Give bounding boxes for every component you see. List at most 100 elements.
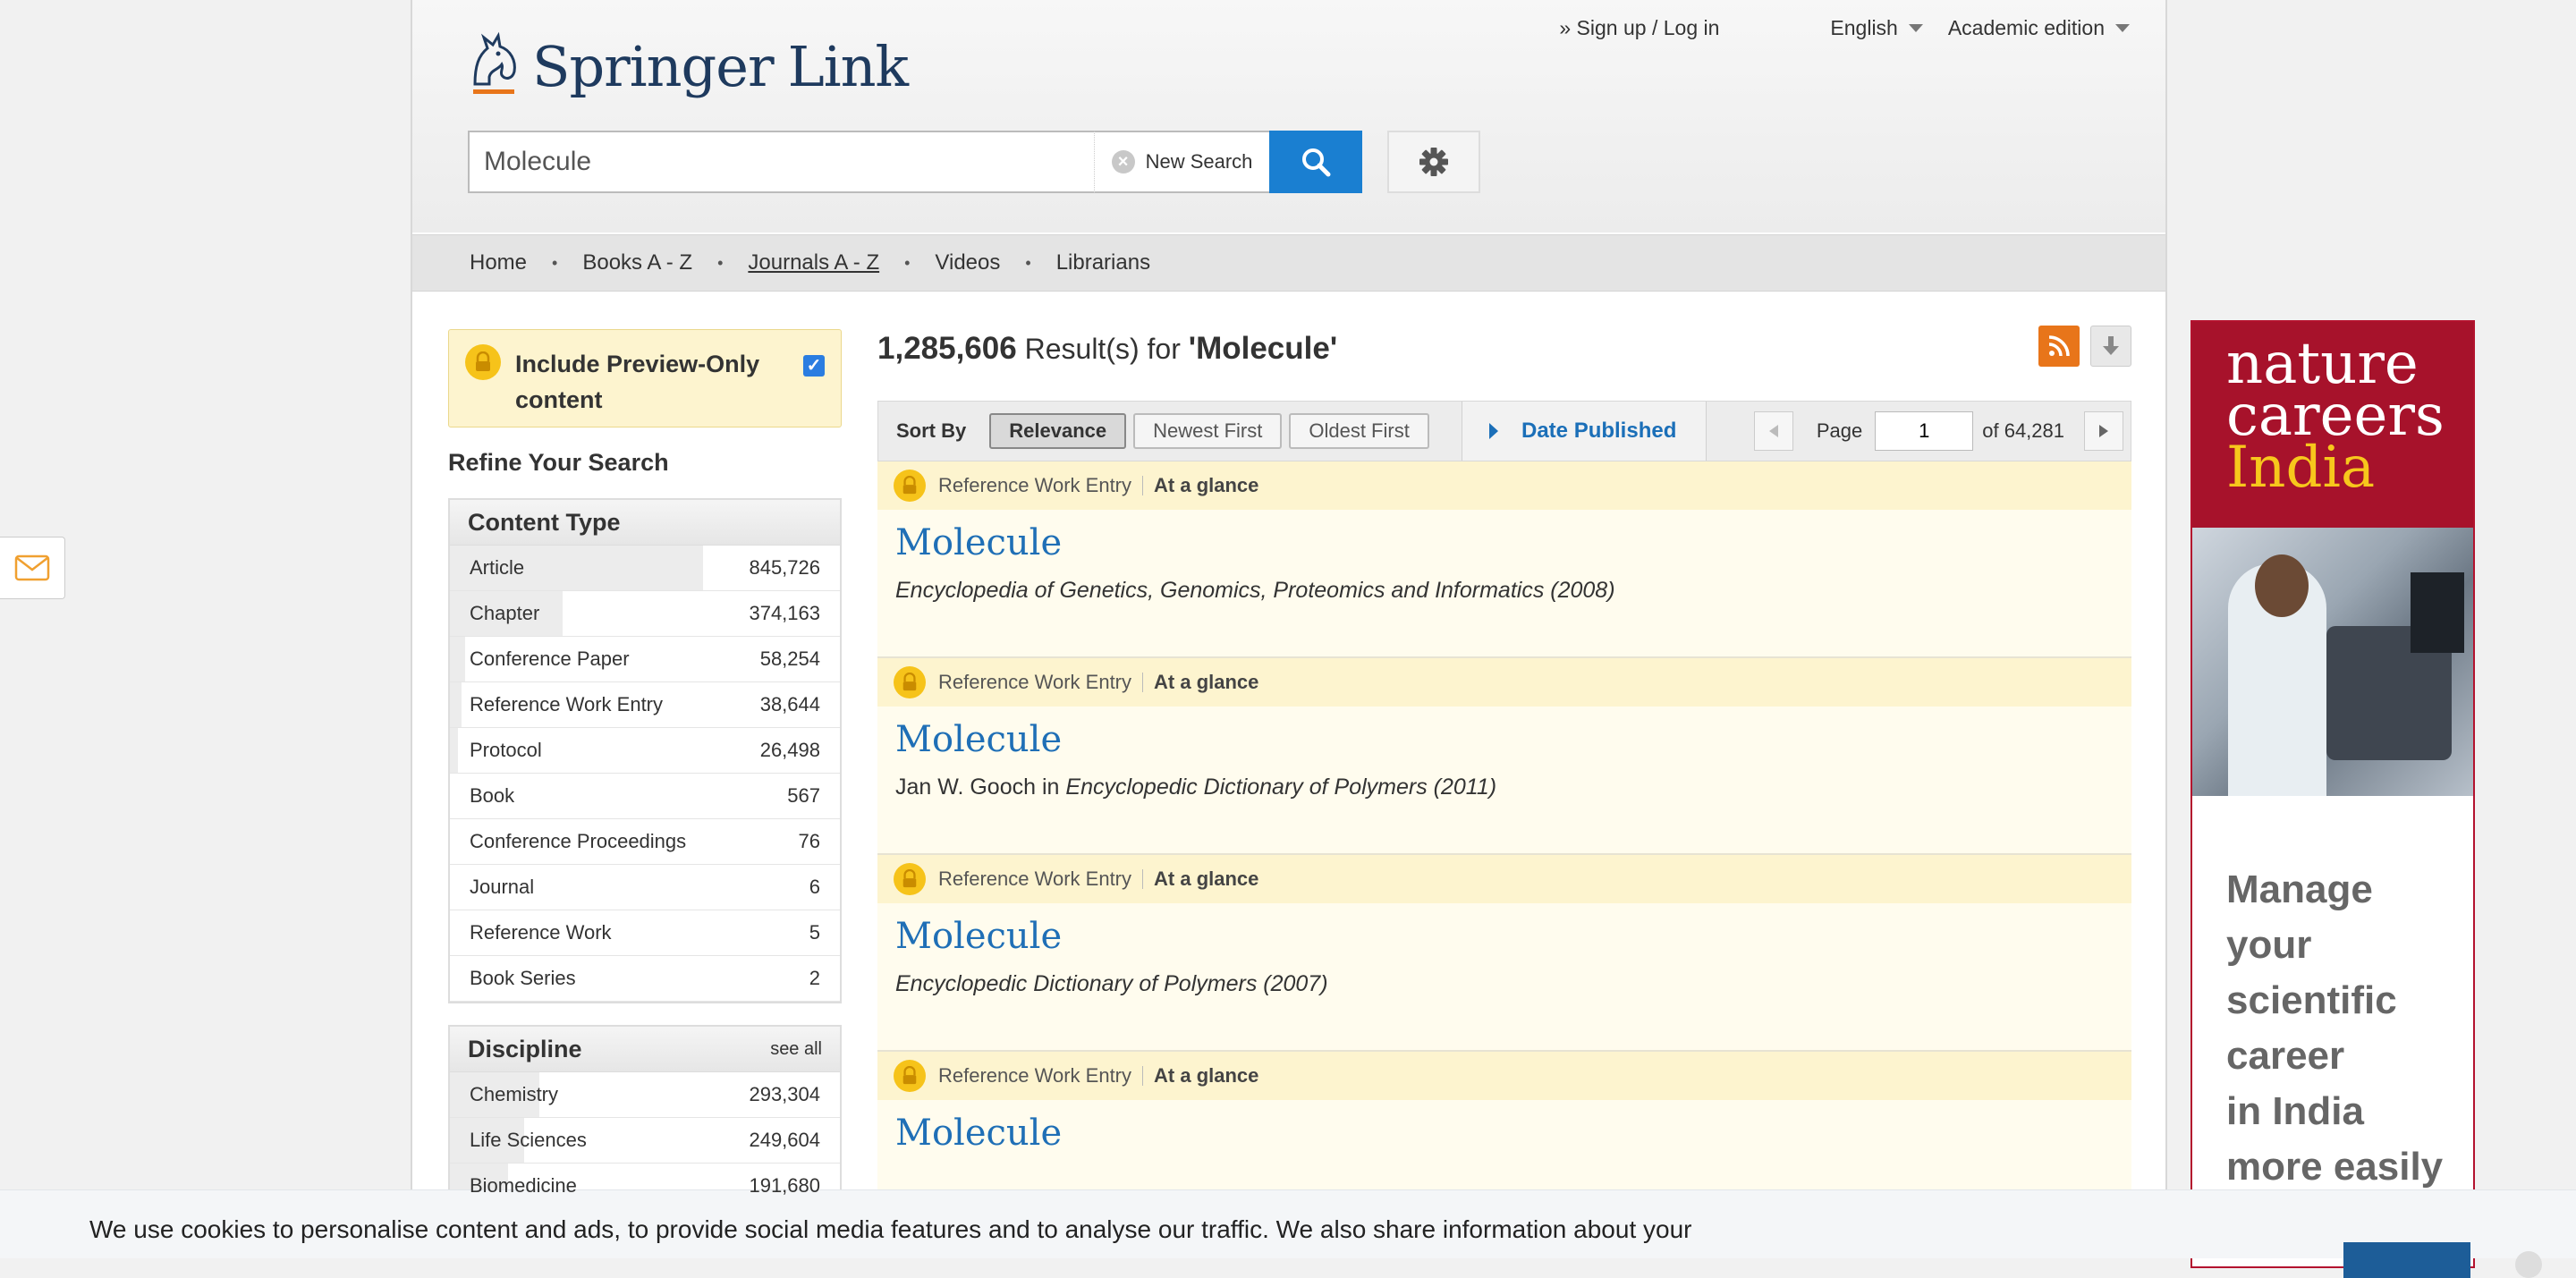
- facet-row[interactable]: Protocol 26,498: [450, 728, 840, 774]
- facet-bar: [450, 637, 466, 681]
- triangle-right-icon: [1489, 423, 1498, 439]
- chevron-right-icon: [2099, 425, 2108, 437]
- rss-button[interactable]: [2038, 326, 2080, 367]
- edition-dropdown[interactable]: Academic edition: [1948, 16, 2130, 40]
- search-button[interactable]: [1269, 131, 1362, 193]
- refine-title: Refine Your Search: [448, 449, 669, 476]
- search-settings-button[interactable]: [1387, 131, 1480, 193]
- refine-sidebar: Include Preview-Only content ✓ Refine Yo…: [448, 329, 842, 1211]
- facet-label: Conference Paper: [470, 647, 630, 670]
- result-title-link[interactable]: Molecule: [895, 1113, 2131, 1154]
- cookie-accept-button[interactable]: [2343, 1242, 2470, 1278]
- preview-only-toggle[interactable]: Include Preview-Only content ✓: [448, 329, 842, 427]
- see-all-link[interactable]: see all: [770, 1039, 822, 1060]
- facet-row[interactable]: Chapter 374,163: [450, 591, 840, 637]
- result-title-link[interactable]: Molecule: [895, 719, 2131, 760]
- new-search-label: New Search: [1145, 150, 1253, 173]
- content-type-facet: Content Type Article 845,726 Chapter 374,16…: [448, 498, 842, 1003]
- facet-row[interactable]: Reference Work Entry 38,644: [450, 682, 840, 728]
- new-search-button[interactable]: × New Search: [1094, 131, 1269, 193]
- results-heading: 1,285,606 Result(s) for 'Molecule': [877, 326, 2131, 372]
- result-item: Reference Work Entry At a glance Molecule J…: [877, 658, 2131, 855]
- result-meta: Reference Work Entry At a glance: [877, 855, 2131, 903]
- at-a-glance-link[interactable]: At a glance: [1154, 671, 1258, 694]
- result-publication[interactable]: Encyclopedic Dictionary of Polymers (200…: [895, 971, 1328, 996]
- search-box: [468, 131, 1094, 193]
- preview-only-label: Include Preview-Only content: [515, 351, 760, 413]
- facet-row[interactable]: Conference Proceedings 76: [450, 819, 840, 865]
- meta-divider: [1142, 869, 1144, 889]
- cookie-banner: We use cookies to personalise content an…: [0, 1189, 2576, 1278]
- page-number-input[interactable]: [1875, 411, 1974, 451]
- header: Springer Link » Sign up / Log in English …: [412, 0, 2165, 292]
- nav-separator: •: [904, 253, 911, 272]
- lock-icon: [894, 863, 926, 895]
- ad-text-line: scientific: [2226, 978, 2397, 1022]
- facet-header: Content Type: [450, 500, 840, 546]
- pagination: Page of 64,281: [1753, 402, 2123, 461]
- lock-icon: [894, 1060, 926, 1092]
- language-dropdown[interactable]: English: [1830, 16, 1923, 40]
- date-published-label: Date Published: [1521, 419, 1677, 443]
- horse-logo-icon: [473, 31, 516, 94]
- result-source: Encyclopedic Dictionary of Polymers (200…: [895, 971, 2131, 997]
- sort-oldest-button[interactable]: Oldest First: [1289, 413, 1429, 449]
- meta-divider: [1142, 476, 1144, 495]
- facet-count: 567: [787, 784, 820, 807]
- result-type: Reference Work Entry: [938, 1064, 1132, 1087]
- facet-row[interactable]: Conference Paper 58,254: [450, 637, 840, 682]
- ad-photo: [2192, 528, 2473, 796]
- facet-bar: [450, 682, 462, 727]
- search-input[interactable]: [470, 132, 1076, 191]
- feedback-tab[interactable]: [0, 537, 65, 599]
- facet-bar: [450, 728, 458, 773]
- facet-row[interactable]: Life Sciences 249,604: [450, 1118, 840, 1164]
- result-author: Jan W. Gooch in: [895, 774, 1060, 800]
- result-publication[interactable]: Encyclopedia of Genetics, Genomics, Prot…: [895, 578, 1615, 603]
- result-title-link[interactable]: Molecule: [895, 522, 2131, 563]
- result-source: Encyclopedia of Genetics, Genomics, Prot…: [895, 578, 2131, 604]
- signup-login-link[interactable]: » Sign up / Log in: [1559, 16, 1719, 40]
- facet-label: Protocol: [470, 739, 542, 761]
- nav-home[interactable]: Home: [470, 250, 527, 275]
- meta-divider: [1142, 673, 1144, 692]
- result-publication[interactable]: Encyclopedic Dictionary of Polymers (201…: [1065, 774, 1496, 800]
- ad-text-line: in India: [2226, 1089, 2364, 1133]
- result-actions: [2038, 326, 2131, 367]
- result-type: Reference Work Entry: [938, 868, 1132, 890]
- prev-page-button[interactable]: [1753, 411, 1793, 451]
- facet-row[interactable]: Journal 6: [450, 865, 840, 910]
- facet-label: Biomedicine: [470, 1174, 577, 1197]
- nav-books-a-z[interactable]: Books A - Z: [582, 250, 692, 275]
- lock-icon: [465, 344, 501, 380]
- nav-videos[interactable]: Videos: [935, 250, 1000, 275]
- facet-count: 2: [809, 967, 820, 989]
- facet-row[interactable]: Reference Work 5: [450, 910, 840, 956]
- facet-count: 293,304: [749, 1083, 820, 1105]
- result-list: Reference Work Entry At a glance Molecule E…: [877, 461, 2131, 1248]
- nature-careers-ad[interactable]: nature careers India Manage your scienti…: [2190, 320, 2475, 1268]
- preview-only-checkbox[interactable]: ✓: [803, 355, 825, 377]
- facet-label: Chemistry: [470, 1083, 559, 1105]
- at-a-glance-link[interactable]: At a glance: [1154, 1064, 1258, 1088]
- sort-relevance-button[interactable]: Relevance: [989, 413, 1127, 449]
- springer-link-logo[interactable]: Springer Link: [466, 30, 909, 102]
- result-type: Reference Work Entry: [938, 474, 1132, 496]
- facet-count: 76: [798, 830, 820, 852]
- facet-row[interactable]: Book Series 2: [450, 956, 840, 1002]
- facet-count: 249,604: [749, 1129, 820, 1151]
- download-button[interactable]: [2090, 326, 2131, 367]
- next-page-button[interactable]: [2084, 411, 2123, 451]
- ad-header: nature careers India: [2192, 322, 2473, 528]
- facet-row[interactable]: Chemistry 293,304: [450, 1072, 840, 1118]
- date-published-filter[interactable]: Date Published: [1462, 402, 1707, 461]
- at-a-glance-link[interactable]: At a glance: [1154, 868, 1258, 891]
- facet-row[interactable]: Article 845,726: [450, 546, 840, 591]
- nav-librarians[interactable]: Librarians: [1056, 250, 1150, 275]
- nav-journals-a-z[interactable]: Journals A - Z: [748, 250, 879, 275]
- facet-row[interactable]: Book 567: [450, 774, 840, 819]
- sort-newest-button[interactable]: Newest First: [1133, 413, 1283, 449]
- at-a-glance-link[interactable]: At a glance: [1154, 474, 1258, 497]
- cookie-close-button[interactable]: [2515, 1251, 2542, 1278]
- result-title-link[interactable]: Molecule: [895, 916, 2131, 957]
